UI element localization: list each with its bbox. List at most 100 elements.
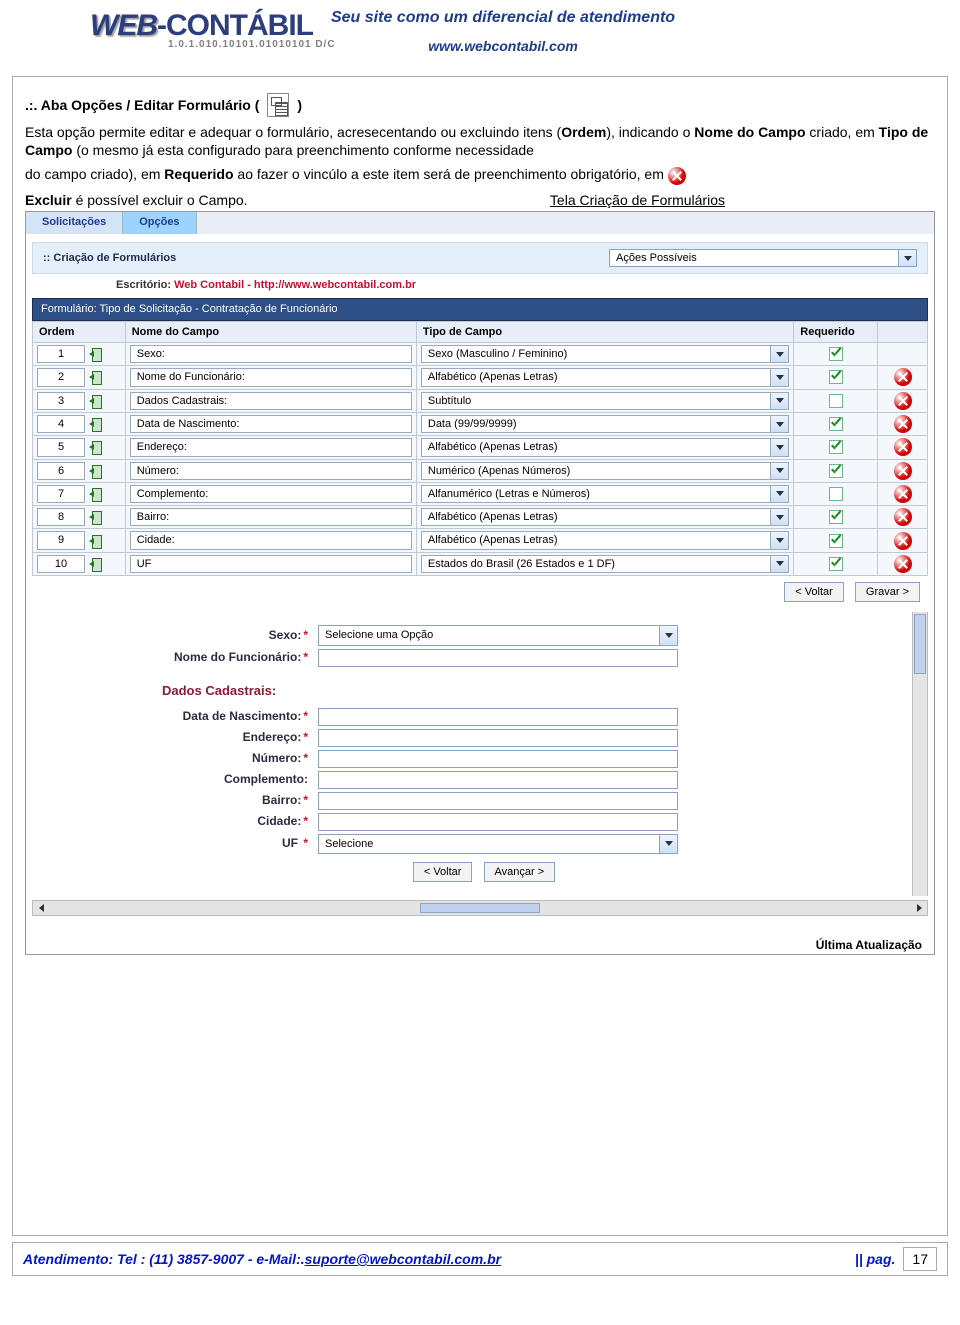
- ordem-input[interactable]: 1: [37, 345, 85, 363]
- cidade-label: Cidade:*: [62, 814, 312, 830]
- delete-row-icon[interactable]: [894, 555, 912, 573]
- delete-row-icon[interactable]: [894, 462, 912, 480]
- nome-campo-input[interactable]: Número:: [130, 462, 412, 480]
- actions-dropdown[interactable]: Ações Possíveis: [609, 249, 917, 267]
- tipo-campo-dropdown[interactable]: Alfabético (Apenas Letras): [421, 531, 789, 549]
- preview-voltar-button[interactable]: < Voltar: [413, 862, 473, 882]
- horizontal-scrollbar[interactable]: [32, 900, 928, 916]
- requerido-checkbox[interactable]: [829, 557, 843, 571]
- nome-campo-input[interactable]: Bairro:: [130, 508, 412, 526]
- tipo-campo-dropdown[interactable]: Subtítulo: [421, 392, 789, 410]
- uf-dropdown[interactable]: Selecione: [318, 834, 678, 854]
- nome-campo-input[interactable]: Sexo:: [130, 345, 412, 363]
- ordem-input[interactable]: 10: [37, 555, 85, 573]
- panel-title-bar: :: Criação de Formulários Ações Possívei…: [32, 242, 928, 274]
- tipo-campo-dropdown[interactable]: Alfabético (Apenas Letras): [421, 438, 789, 456]
- delete-row-icon[interactable]: [894, 438, 912, 456]
- numero-input[interactable]: [318, 750, 678, 768]
- reorder-icon[interactable]: [89, 369, 105, 385]
- nome-campo-input[interactable]: Cidade:: [130, 531, 412, 549]
- tab-bar: Solicitações Opções: [26, 212, 934, 234]
- tipo-campo-dropdown[interactable]: Alfanumérico (Letras e Números): [421, 485, 789, 503]
- nome-campo-input[interactable]: Data de Nascimento:: [130, 415, 412, 433]
- ordem-input[interactable]: 7: [37, 485, 85, 503]
- tab-solicitacoes[interactable]: Solicitações: [26, 212, 123, 234]
- tipo-campo-dropdown[interactable]: Estados do Brasil (26 Estados e 1 DF): [421, 555, 789, 573]
- delete-row-icon[interactable]: [894, 415, 912, 433]
- endereco-input[interactable]: [318, 729, 678, 747]
- tipo-campo-dropdown[interactable]: Alfabético (Apenas Letras): [421, 508, 789, 526]
- chevron-down-icon: [776, 561, 784, 566]
- col-tipo: Tipo de Campo: [416, 321, 793, 342]
- nome-campo-input[interactable]: UF: [130, 555, 412, 573]
- requerido-checkbox[interactable]: [829, 440, 843, 454]
- ordem-input[interactable]: 3: [37, 392, 85, 410]
- ordem-input[interactable]: 9: [37, 531, 85, 549]
- uf-label: UF *: [62, 836, 312, 852]
- ordem-input[interactable]: 4: [37, 415, 85, 433]
- reorder-icon[interactable]: [89, 439, 105, 455]
- endereco-label: Endereço:*: [62, 730, 312, 746]
- reorder-icon[interactable]: [89, 509, 105, 525]
- reorder-icon[interactable]: [89, 463, 105, 479]
- requerido-checkbox[interactable]: [829, 487, 843, 501]
- bairro-input[interactable]: [318, 792, 678, 810]
- reorder-icon[interactable]: [89, 486, 105, 502]
- data-input[interactable]: [318, 708, 678, 726]
- complemento-input[interactable]: [318, 771, 678, 789]
- requerido-checkbox[interactable]: [829, 370, 843, 384]
- reorder-icon[interactable]: [89, 416, 105, 432]
- requerido-checkbox[interactable]: [829, 394, 843, 408]
- ordem-input[interactable]: 2: [37, 368, 85, 386]
- grid-gravar-button[interactable]: Gravar >: [855, 582, 920, 602]
- nome-campo-input[interactable]: Nome do Funcionário:: [130, 368, 412, 386]
- chevron-left-icon: [39, 904, 44, 912]
- fields-grid: Ordem Nome do Campo Tipo de Campo Requer…: [32, 321, 928, 576]
- requerido-checkbox[interactable]: [829, 417, 843, 431]
- chevron-down-icon: [776, 515, 784, 520]
- ordem-input[interactable]: 6: [37, 462, 85, 480]
- doc-footer: Atendimento: Tel : (11) 3857-9007 - e-Ma…: [12, 1242, 948, 1276]
- delete-row-icon[interactable]: [894, 532, 912, 550]
- ordem-input[interactable]: 8: [37, 508, 85, 526]
- chevron-down-icon: [665, 633, 673, 638]
- sexo-dropdown[interactable]: Selecione uma Opção: [318, 625, 678, 645]
- footer-email[interactable]: suporte@webcontabil.com.br: [305, 1250, 501, 1268]
- reorder-icon[interactable]: [89, 393, 105, 409]
- cidade-input[interactable]: [318, 813, 678, 831]
- reorder-icon[interactable]: [89, 533, 105, 549]
- letterhead: WEB - CONTÁBIL 1.0.1.010.10101.01010101 …: [0, 0, 960, 72]
- subtitle-dados-cadastrais: Dados Cadastrais:: [162, 683, 898, 700]
- tipo-campo-dropdown[interactable]: Data (99/99/9999): [421, 415, 789, 433]
- paragraph-3: Excluir é possível excluir o Campo. Tela…: [25, 191, 935, 209]
- tab-opcoes[interactable]: Opções: [123, 212, 196, 234]
- reorder-icon[interactable]: [89, 556, 105, 572]
- delete-row-icon[interactable]: [894, 508, 912, 526]
- tipo-campo-dropdown[interactable]: Numérico (Apenas Números): [421, 462, 789, 480]
- slogan: Seu site como um diferencial de atendime…: [331, 8, 675, 29]
- tipo-campo-dropdown[interactable]: Alfabético (Apenas Letras): [421, 368, 789, 386]
- table-row: 4 Data de Nascimento: Data (99/99/9999): [33, 412, 928, 435]
- app-screenshot: Solicitações Opções :: Criação de Formul…: [25, 211, 935, 955]
- ordem-input[interactable]: 5: [37, 438, 85, 456]
- nome-campo-input[interactable]: Complemento:: [130, 485, 412, 503]
- requerido-checkbox[interactable]: [829, 534, 843, 548]
- chevron-right-icon: [917, 904, 922, 912]
- nome-campo-input[interactable]: Dados Cadastrais:: [130, 392, 412, 410]
- footer-page-label: || pag.: [855, 1250, 896, 1268]
- delete-row-icon[interactable]: [894, 485, 912, 503]
- grid-voltar-button[interactable]: < Voltar: [784, 582, 844, 602]
- delete-row-icon[interactable]: [894, 392, 912, 410]
- nome-input[interactable]: [318, 649, 678, 667]
- logo-web: WEB: [90, 6, 157, 45]
- requerido-checkbox[interactable]: [829, 510, 843, 524]
- vertical-scrollbar[interactable]: [912, 612, 928, 896]
- nome-campo-input[interactable]: Endereço:: [130, 438, 412, 456]
- preview-avancar-button[interactable]: Avançar >: [484, 862, 556, 882]
- tipo-campo-dropdown[interactable]: Sexo (Masculino / Feminino): [421, 345, 789, 363]
- requerido-checkbox[interactable]: [829, 347, 843, 361]
- website-url: www.webcontabil.com: [331, 37, 675, 55]
- requerido-checkbox[interactable]: [829, 464, 843, 478]
- reorder-icon[interactable]: [89, 346, 105, 362]
- delete-row-icon[interactable]: [894, 368, 912, 386]
